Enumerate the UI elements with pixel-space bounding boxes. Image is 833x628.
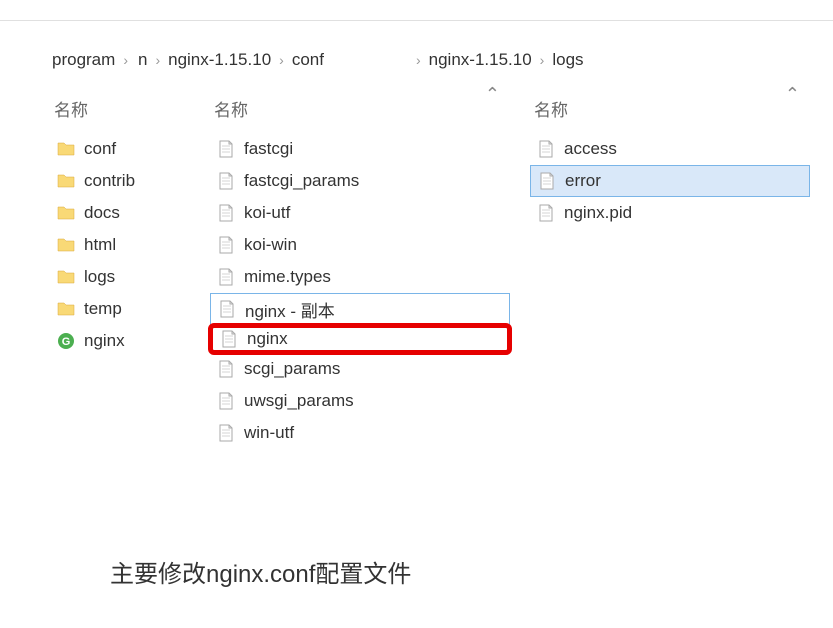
column-header-name[interactable]: 名称 ⌃ (210, 90, 510, 133)
file-label: fastcgi_params (244, 171, 359, 191)
file-label: contrib (84, 171, 135, 191)
folder-docs[interactable]: docs (50, 197, 190, 229)
file-icon (537, 171, 557, 191)
chevron-right-icon: › (540, 52, 545, 68)
sort-ascending-icon: ⌃ (785, 84, 800, 105)
file-label: conf (84, 139, 116, 159)
column-header-name[interactable]: 名称 (50, 90, 190, 133)
chevron-right-icon: › (155, 52, 160, 68)
file-icon (216, 171, 236, 191)
folder-conf[interactable]: conf (50, 133, 190, 165)
file-label: nginx (84, 331, 125, 351)
file-nginx-conf[interactable]: nginx (208, 323, 512, 355)
file-label: nginx (247, 329, 288, 349)
file-scgi-params[interactable]: scgi_params (210, 353, 510, 385)
folder-icon (56, 171, 76, 191)
folder-icon (56, 203, 76, 223)
folder-contrib[interactable]: contrib (50, 165, 190, 197)
file-list-2: fastcgi fastcgi_params koi-utf koi-win m… (210, 133, 510, 449)
pane-logs: 名称 ⌃ access error nginx.pid (510, 80, 810, 449)
file-nginx-pid[interactable]: nginx.pid (530, 197, 810, 229)
breadcrumb-nginx2[interactable]: nginx-1.15.10 (425, 48, 536, 72)
file-label: fastcgi (244, 139, 293, 159)
folder-icon (56, 139, 76, 159)
file-win-utf[interactable]: win-utf (210, 417, 510, 449)
folder-logs[interactable]: logs (50, 261, 190, 293)
annotation-caption: 主要修改nginx.conf配置文件 (110, 554, 411, 589)
file-label: uwsgi_params (244, 391, 354, 411)
file-icon (217, 299, 237, 319)
file-list-3: access error nginx.pid (530, 133, 810, 229)
file-label: mime.types (244, 267, 331, 287)
file-label: scgi_params (244, 359, 340, 379)
breadcrumb-nginx1[interactable]: nginx-1.15.10 (164, 48, 275, 72)
file-koi-utf[interactable]: koi-utf (210, 197, 510, 229)
breadcrumb-logs[interactable]: logs (548, 48, 587, 72)
breadcrumb-program[interactable]: program (48, 48, 119, 72)
file-list-1: conf contrib docs html logs temp (50, 133, 190, 357)
file-label: temp (84, 299, 122, 319)
breadcrumb-conf[interactable]: conf (288, 48, 328, 72)
file-label: nginx.pid (564, 203, 632, 223)
folder-temp[interactable]: temp (50, 293, 190, 325)
file-access[interactable]: access (530, 133, 810, 165)
file-label: access (564, 139, 617, 159)
chevron-right-icon: › (123, 52, 128, 68)
folder-icon (56, 299, 76, 319)
sort-ascending-icon: ⌃ (485, 84, 500, 105)
file-label: docs (84, 203, 120, 223)
file-icon (536, 203, 556, 223)
top-divider (0, 20, 833, 21)
file-icon (219, 329, 239, 349)
file-label: logs (84, 267, 115, 287)
file-icon (216, 203, 236, 223)
app-nginx[interactable]: nginx (50, 325, 190, 357)
file-icon (216, 235, 236, 255)
pane-conf: 名称 ⌃ fastcgi fastcgi_params koi-utf koi-… (190, 80, 510, 449)
file-label: win-utf (244, 423, 294, 443)
folder-html[interactable]: html (50, 229, 190, 261)
file-icon (216, 359, 236, 379)
column-header-name[interactable]: 名称 ⌃ (530, 90, 810, 133)
file-nginx-copy[interactable]: nginx - 副本 (210, 293, 510, 325)
file-fastcgi[interactable]: fastcgi (210, 133, 510, 165)
folder-icon (56, 235, 76, 255)
file-icon (216, 267, 236, 287)
chevron-right-icon: › (416, 52, 421, 68)
breadcrumb-bar: program › n › nginx-1.15.10 › conf › ngi… (0, 40, 833, 80)
explorer-panes: 名称 conf contrib docs html logs (0, 80, 833, 449)
column-header-label: 名称 (214, 101, 248, 120)
file-icon (216, 391, 236, 411)
file-label: error (565, 171, 601, 191)
file-uwsgi-params[interactable]: uwsgi_params (210, 385, 510, 417)
nginx-app-icon (56, 331, 76, 351)
file-fastcgi-params[interactable]: fastcgi_params (210, 165, 510, 197)
column-header-label: 名称 (534, 101, 568, 120)
file-error[interactable]: error (530, 165, 810, 197)
chevron-right-icon: › (279, 52, 284, 68)
file-label: koi-utf (244, 203, 290, 223)
file-koi-win[interactable]: koi-win (210, 229, 510, 261)
breadcrumb-partial[interactable]: n (134, 48, 151, 72)
pane-program: 名称 conf contrib docs html logs (0, 80, 190, 449)
file-label: nginx - 副本 (245, 297, 335, 322)
file-icon (216, 423, 236, 443)
file-mime-types[interactable]: mime.types (210, 261, 510, 293)
folder-icon (56, 267, 76, 287)
file-label: koi-win (244, 235, 297, 255)
file-icon (536, 139, 556, 159)
file-label: html (84, 235, 116, 255)
file-icon (216, 139, 236, 159)
